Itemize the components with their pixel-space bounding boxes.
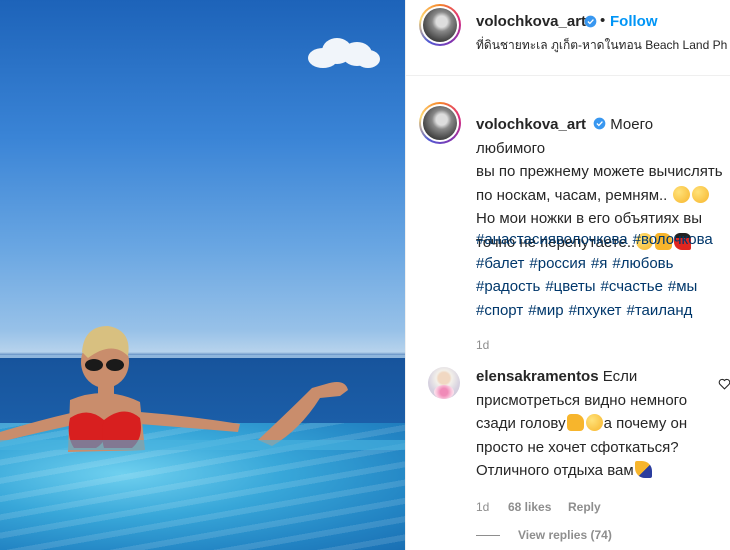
- post-sidebar: volochkova_art • Follow ที่ดินชายทะเล ภู…: [405, 0, 730, 550]
- hashtag-link[interactable]: #мы: [668, 278, 697, 295]
- post-location[interactable]: ที่ดินชายทะเล ภูเก็ต-หาดในทอน Beach Land…: [476, 36, 730, 55]
- caption-time[interactable]: 1d: [476, 338, 489, 352]
- thumbs-up-emoji-icon: [566, 414, 584, 431]
- hashtag-link[interactable]: #любовь: [612, 255, 673, 272]
- commenter-username[interactable]: elensakramentos: [476, 368, 599, 385]
- hashtag-link[interactable]: #счастье: [601, 278, 663, 295]
- verified-badge-icon: [593, 117, 606, 130]
- comment-likes[interactable]: 68 likes: [508, 500, 551, 514]
- hashtag-link[interactable]: #россия: [529, 255, 586, 272]
- comment-line: присмотреться видно немного: [476, 391, 688, 409]
- grin-emoji-icon: [585, 414, 603, 431]
- post-photo[interactable]: [0, 0, 405, 550]
- caption-line: по носкам, часам, ремням..: [476, 186, 668, 204]
- post-header: volochkova_art • Follow ที่ดินชายทะเล ภู…: [406, 0, 730, 76]
- hashtag-link[interactable]: #таиланд: [627, 302, 693, 319]
- comment-line: Если: [602, 368, 638, 385]
- caption-line: Но мои ножки в его объятиях вы: [476, 210, 702, 227]
- caption-username[interactable]: volochkova_art: [476, 116, 586, 133]
- view-replies-button[interactable]: View replies (74): [518, 528, 612, 542]
- party-popper-emoji-icon: [634, 461, 652, 478]
- author-username[interactable]: volochkova_art: [476, 13, 586, 30]
- separator-dot: •: [600, 12, 606, 29]
- caption-avatar[interactable]: [419, 102, 461, 144]
- reply-button[interactable]: Reply: [568, 500, 601, 514]
- grin-sweat-emoji-icon: [691, 185, 709, 203]
- author-avatar[interactable]: [419, 4, 461, 46]
- hashtag-link[interactable]: #я: [591, 255, 607, 272]
- comment: elensakramentos Если присмотреться видно…: [476, 365, 711, 483]
- commenter-avatar[interactable]: [428, 367, 460, 399]
- follow-button[interactable]: Follow: [610, 13, 658, 30]
- heart-outline-icon[interactable]: [718, 378, 730, 390]
- hashtag-link[interactable]: #мир: [528, 302, 563, 319]
- comment-line: сзади голову: [476, 415, 566, 432]
- hashtag-link[interactable]: #волочкова: [633, 231, 713, 248]
- comment-line: Отличного отдыха вам: [476, 462, 634, 479]
- woman-in-pool: [0, 326, 405, 452]
- hashtag-link[interactable]: #радость: [476, 278, 540, 295]
- hashtag-link[interactable]: #цветы: [545, 278, 595, 295]
- comment-line: просто не хочет сфоткаться?: [476, 438, 679, 456]
- caption-hashtags: #анастасияволочкова #волочкова #балет #рос…: [476, 228, 726, 322]
- hashtag-link[interactable]: #пхукет: [569, 302, 622, 319]
- comment-time[interactable]: 1d: [476, 500, 489, 514]
- caption-line: вы по прежнему можете вычислять: [476, 163, 723, 180]
- smile-emoji-icon: [672, 185, 690, 203]
- verified-badge-icon: [584, 15, 597, 28]
- hashtag-link[interactable]: #балет: [476, 255, 524, 272]
- comment-line: а почему он: [603, 415, 688, 432]
- hashtag-link[interactable]: #спорт: [476, 302, 523, 319]
- replies-divider: [476, 535, 500, 536]
- hashtag-link[interactable]: #анастасияволочкова: [476, 231, 628, 248]
